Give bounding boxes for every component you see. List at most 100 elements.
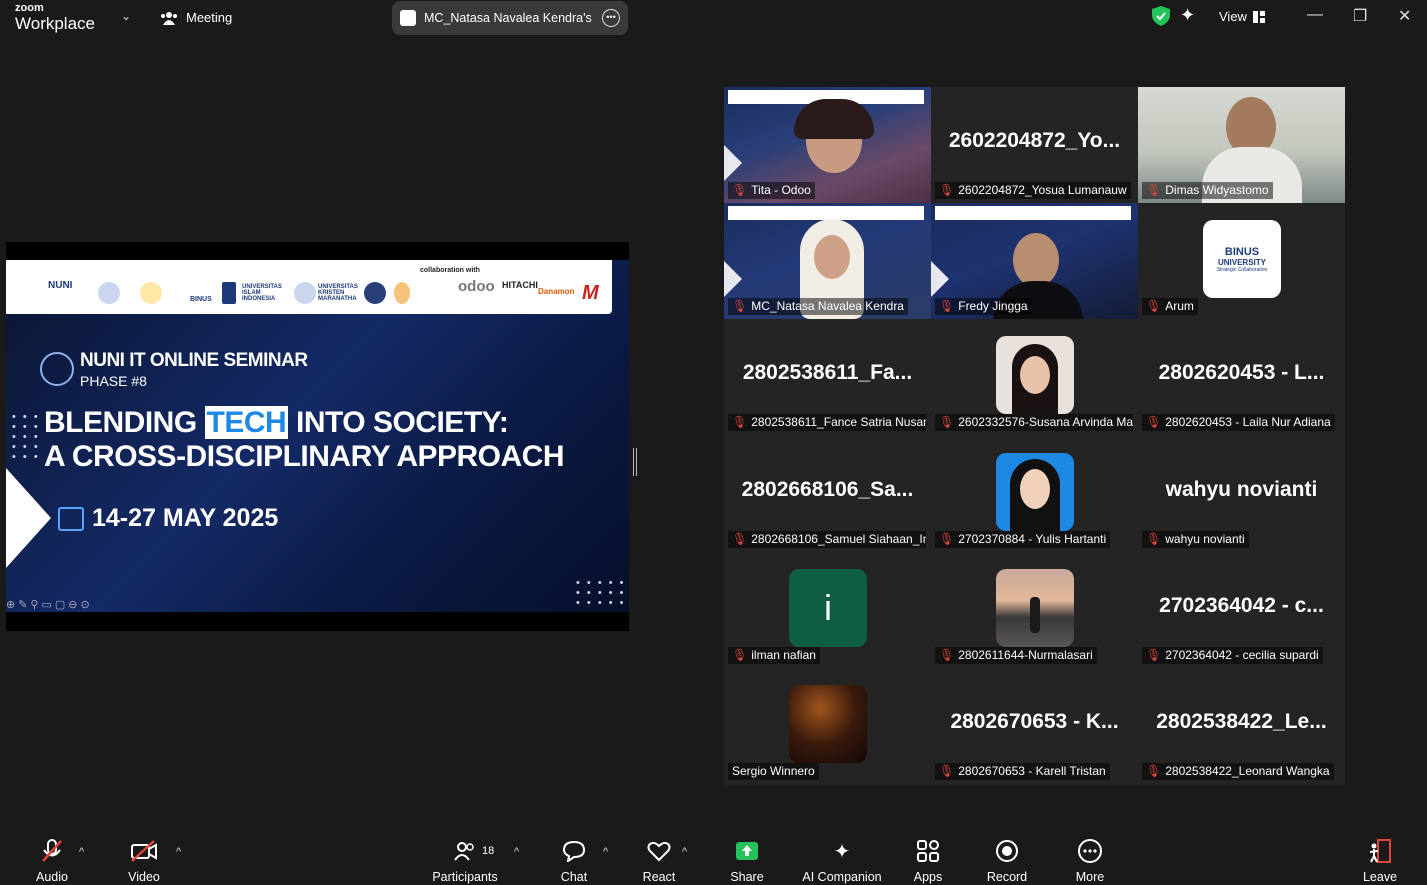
participant-avatar bbox=[996, 569, 1074, 647]
chat-label: Chat bbox=[560, 870, 588, 884]
slide-tools-icons[interactable]: ⊕✎⚲▭▢⊖⊙ bbox=[6, 598, 93, 611]
university-seal-logo bbox=[98, 282, 120, 304]
video-banner bbox=[728, 206, 924, 220]
mic-muted-icon: 🎙 bbox=[939, 648, 955, 662]
resize-handle[interactable] bbox=[633, 448, 637, 476]
meeting-menu[interactable]: Meeting bbox=[160, 10, 232, 25]
participant-name-label: 🎙 2702364042 - cecilia supardi bbox=[1142, 647, 1323, 664]
decorative-dots: • • • • • • • • • • • • • • • bbox=[12, 411, 40, 463]
audio-options-caret-icon[interactable]: ^ bbox=[79, 846, 84, 858]
participant-name-label: 🎙 2802620453 - Laila Nur Adiana bbox=[1142, 414, 1335, 431]
participant-name: 2802538422_Leonard Wangka bbox=[1165, 764, 1330, 778]
chat-button[interactable]: Chat bbox=[552, 838, 596, 884]
decorative-dots-bottom: • • • • • • • • • • • • • • • bbox=[576, 577, 626, 609]
participant-tile[interactable]: wahyu novianti 🎙 wahyu novianti bbox=[1138, 436, 1345, 552]
participant-gallery: 🎙 Tita - Odoo 2602204872_Yo... 🎙 260220487… bbox=[724, 87, 1345, 785]
participant-tile[interactable]: 🎙 2802611644-Nurmalasari bbox=[931, 552, 1138, 668]
ai-companion-button[interactable]: ✦ AI Companion bbox=[800, 838, 884, 885]
participant-name-label: 🎙 Fredy Jingga bbox=[935, 298, 1032, 315]
odoo-logo: odoo bbox=[458, 278, 495, 295]
video-button[interactable]: Video bbox=[122, 838, 166, 884]
participant-tile[interactable]: BINUS UNIVERSITY Strategic Collaboration… bbox=[1138, 203, 1345, 319]
share-screen-button[interactable]: Share bbox=[725, 838, 769, 884]
partner-logos-banner: collaboration with NUNI BINUS UNIVERSITA… bbox=[6, 260, 612, 314]
zoom-workplace-logo[interactable]: zoom Workplace bbox=[15, 2, 95, 33]
slide-arrow-shape bbox=[6, 468, 51, 568]
participant-name: 2602332576-Susana Arvinda Ma... bbox=[958, 415, 1133, 429]
share-screen-icon bbox=[725, 838, 769, 864]
screen-share-icon bbox=[400, 10, 416, 26]
participant-tile-active-speaker[interactable]: 🎙 Fredy Jingga bbox=[931, 203, 1138, 319]
participant-tile[interactable]: 2602204872_Yo... 🎙 2602204872_Yosua Luman… bbox=[931, 87, 1138, 203]
react-options-caret-icon[interactable]: ^ bbox=[682, 846, 687, 858]
participant-tile[interactable]: 🎙 Dimas Widyastomo bbox=[1138, 87, 1345, 203]
screen-share-label: MC_Natasa Navalea Kendra's screen bbox=[424, 11, 594, 25]
record-button[interactable]: Record bbox=[985, 838, 1029, 884]
participant-name-label: 🎙 2802538611_Fance Satria Nusant... bbox=[728, 414, 926, 431]
participant-tile[interactable]: i 🎙 ilman nafian bbox=[724, 552, 931, 668]
restore-icon[interactable]: ❐ bbox=[1353, 6, 1367, 26]
participant-avatar bbox=[996, 336, 1074, 414]
headline-part2: INTO SOCIETY: bbox=[288, 406, 509, 439]
participant-count-badge: 18 bbox=[482, 845, 495, 857]
close-icon[interactable]: ✕ bbox=[1398, 6, 1411, 26]
mic-muted-icon: 🎙 bbox=[939, 764, 955, 778]
view-button[interactable]: View bbox=[1219, 9, 1265, 24]
initial-avatar: i bbox=[789, 569, 867, 647]
minimize-icon[interactable]: — bbox=[1307, 6, 1323, 24]
participant-tile[interactable]: 2802620453 - L... 🎙 2802620453 - Laila Nu… bbox=[1138, 319, 1345, 435]
mic-muted-icon: 🎙 bbox=[1146, 648, 1162, 662]
participants-options-caret-icon[interactable]: ^ bbox=[514, 846, 519, 858]
participant-tile[interactable]: 2802668106_Sa... 🎙 2802668106_Samuel Siah… bbox=[724, 436, 931, 552]
participant-tile[interactable]: 2802670653 - K... 🎙 2802670653 - Karell T… bbox=[931, 668, 1138, 784]
participant-name-label: 🎙 ilman nafian bbox=[728, 647, 820, 664]
video-label: Video bbox=[128, 870, 160, 884]
video-triangle bbox=[724, 145, 742, 181]
logo-line1: zoom bbox=[15, 2, 44, 14]
mic-muted-icon: 🎙 bbox=[939, 532, 955, 546]
shared-screen[interactable]: collaboration with NUNI BINUS UNIVERSITA… bbox=[6, 242, 629, 631]
participant-name: ilman nafian bbox=[751, 648, 816, 662]
react-button[interactable]: React bbox=[637, 838, 681, 884]
mic-muted-icon: 🎙 bbox=[1146, 183, 1162, 197]
mic-muted-icon: 🎙 bbox=[732, 648, 748, 662]
participant-tile[interactable]: 🎙 2702370884 - Yulis Hartanti bbox=[931, 436, 1138, 552]
person-face bbox=[1013, 233, 1059, 287]
participant-tile[interactable]: 2702364042 - c... 🎙 2702364042 - cecilia … bbox=[1138, 552, 1345, 668]
binus-avatar: BINUS UNIVERSITY Strategic Collaboration bbox=[1203, 220, 1281, 298]
participant-name-label: 🎙 2602332576-Susana Arvinda Ma... bbox=[935, 414, 1133, 431]
screen-share-pill[interactable]: MC_Natasa Navalea Kendra's screen ••• bbox=[392, 1, 628, 35]
apps-button[interactable]: Apps bbox=[906, 838, 950, 884]
leave-button[interactable]: Leave bbox=[1358, 838, 1402, 884]
headline-tech: TECH bbox=[204, 406, 289, 439]
chevron-down-icon[interactable]: ⌄ bbox=[121, 9, 131, 23]
participant-name: 2802611644-Nurmalasari bbox=[958, 648, 1093, 662]
participant-tile[interactable]: 🎙 Tita - Odoo bbox=[724, 87, 931, 203]
ai-companion-icon: ✦ bbox=[833, 840, 851, 863]
participant-name: Arum bbox=[1165, 299, 1194, 313]
chat-icon bbox=[552, 838, 596, 864]
participant-name: Dimas Widyastomo bbox=[1165, 183, 1269, 197]
mic-muted-icon: 🎙 bbox=[732, 532, 748, 546]
audio-button[interactable]: Audio bbox=[30, 838, 74, 884]
person-hair bbox=[794, 99, 874, 139]
participant-tile[interactable]: 🎙 MC_Natasa Navalea Kendra bbox=[724, 203, 931, 319]
security-shield-icon[interactable] bbox=[1152, 6, 1170, 26]
participant-display-name: 2802620453 - L... bbox=[1158, 361, 1325, 384]
mic-muted-icon: 🎙 bbox=[732, 299, 748, 313]
participant-tile[interactable]: 2802538611_Fa... 🎙 2802538611_Fance Satri… bbox=[724, 319, 931, 435]
ai-sparkle-icon[interactable]: ✦ bbox=[1180, 5, 1195, 26]
more-options-icon[interactable]: ••• bbox=[602, 9, 620, 27]
participant-tile[interactable]: Sergio Winnero bbox=[724, 668, 931, 784]
participant-tile[interactable]: 🎙 2602332576-Susana Arvinda Ma... bbox=[931, 319, 1138, 435]
maranatha-emblem bbox=[294, 282, 316, 304]
participant-name-label: 🎙 2802670653 - Karell Tristan bbox=[935, 763, 1110, 780]
more-icon bbox=[1068, 838, 1112, 864]
video-options-caret-icon[interactable]: ^ bbox=[176, 846, 181, 858]
more-button[interactable]: More bbox=[1068, 838, 1112, 884]
chat-options-caret-icon[interactable]: ^ bbox=[603, 846, 608, 858]
meeting-toolbar bbox=[0, 830, 1427, 885]
heart-icon bbox=[637, 838, 681, 864]
participant-name: Sergio Winnero bbox=[732, 764, 815, 778]
participant-tile[interactable]: 2802538422_Le... 🎙 2802538422_Leonard Wan… bbox=[1138, 668, 1345, 784]
